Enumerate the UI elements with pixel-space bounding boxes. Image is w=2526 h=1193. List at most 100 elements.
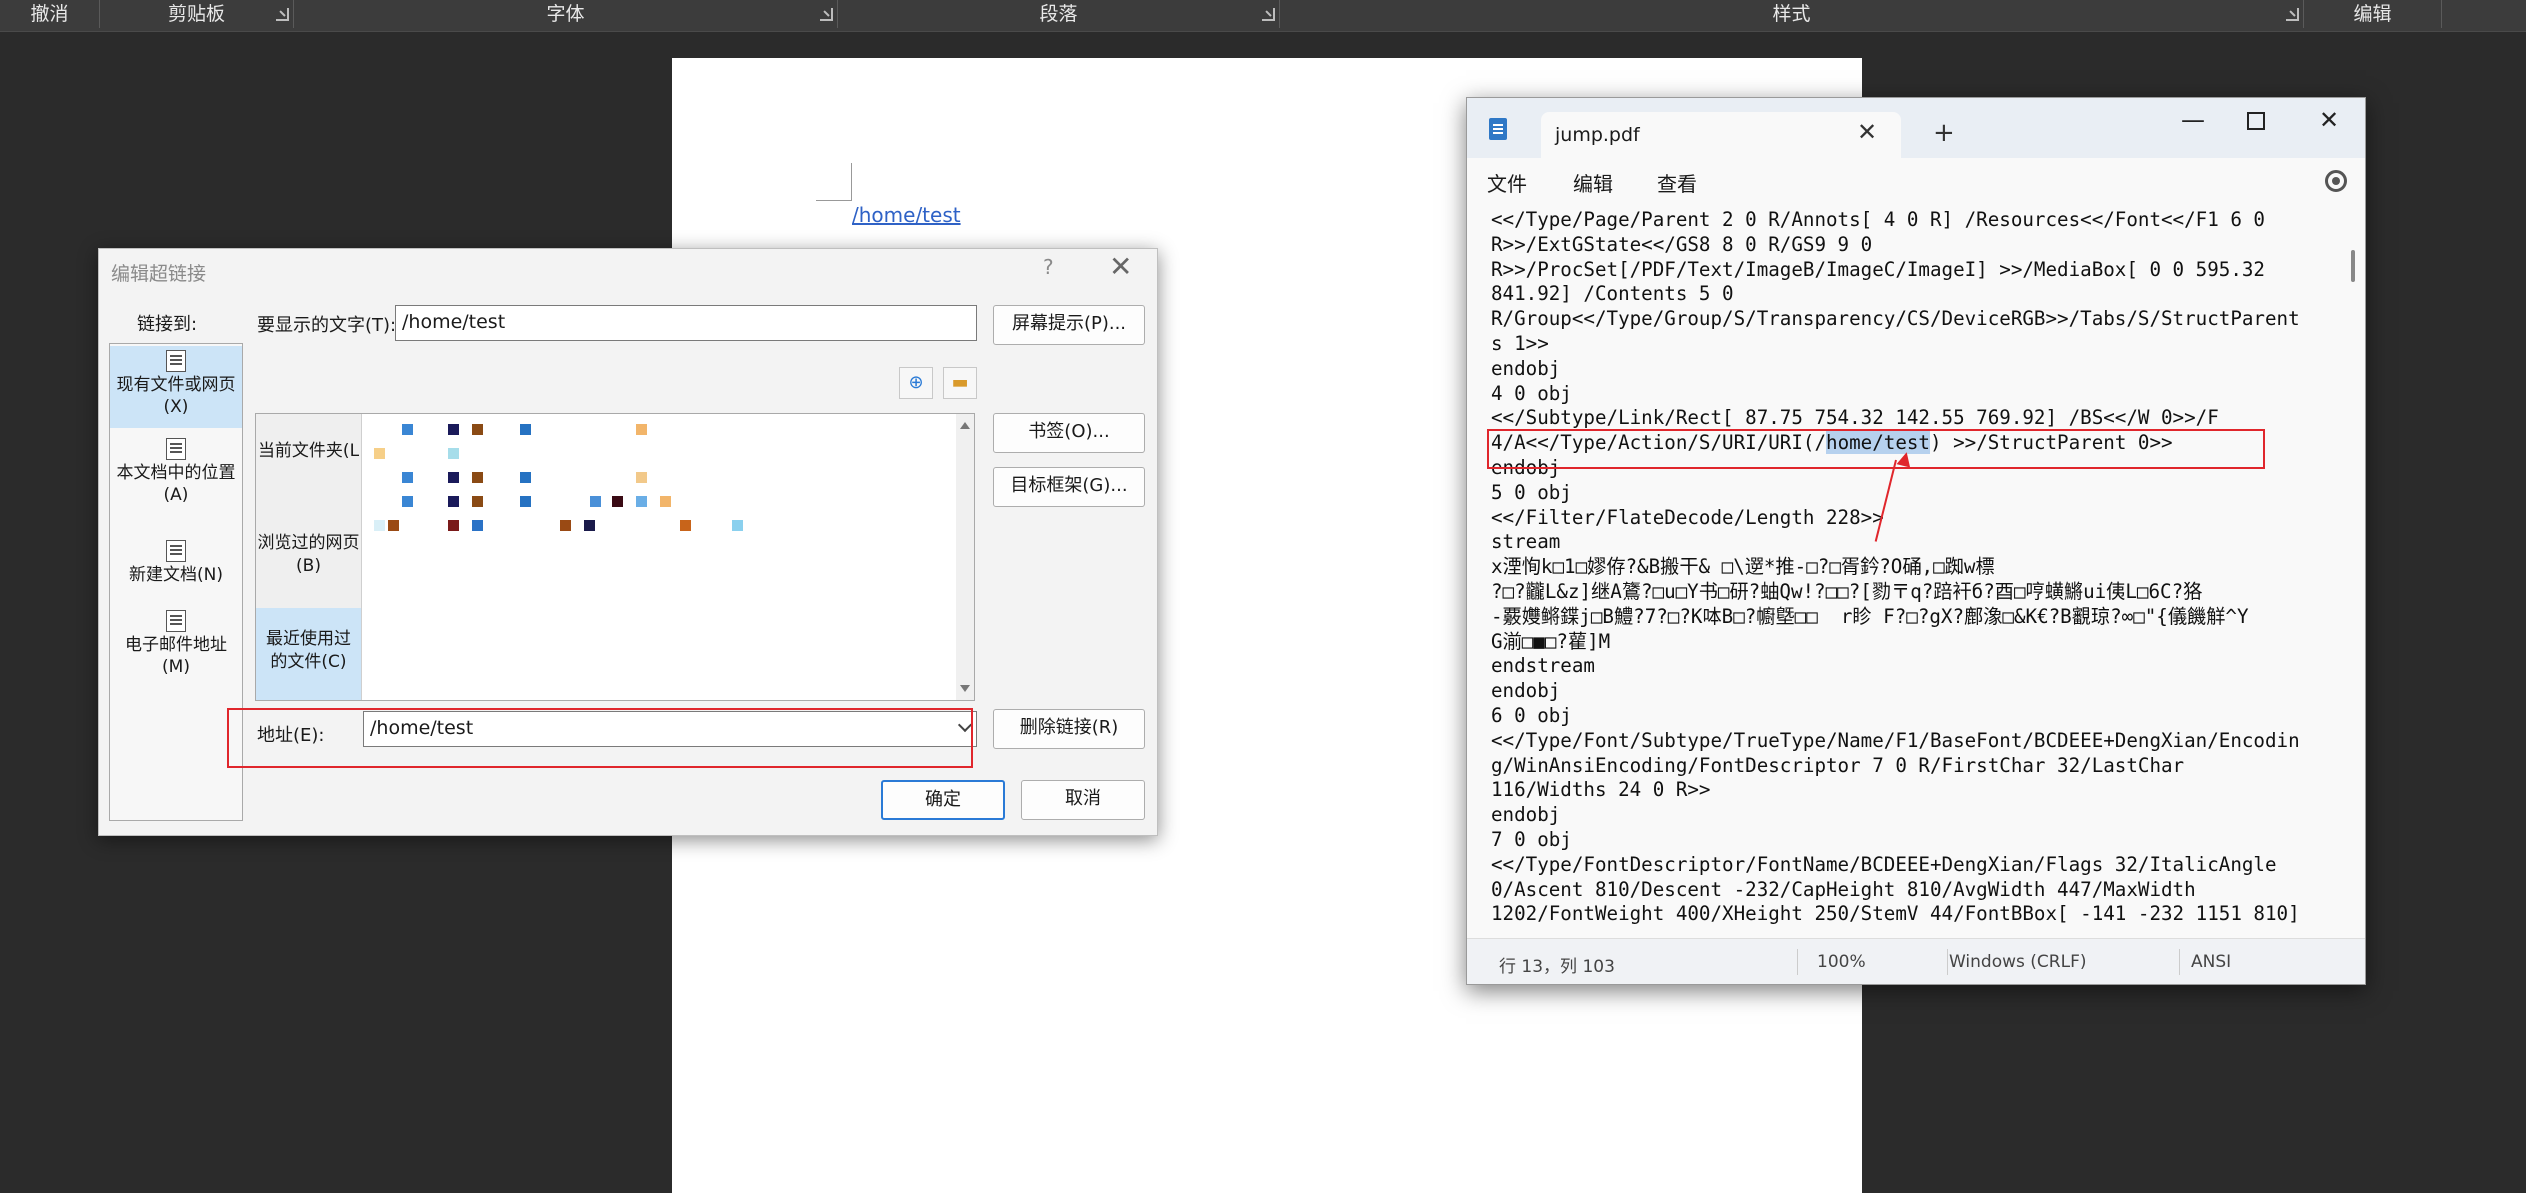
nav-place-in-document[interactable]: 本文档中的位置(A) bbox=[110, 434, 242, 516]
redacted-pixel bbox=[448, 472, 459, 483]
title-bar[interactable]: jump.pdf ✕ + — ✕ bbox=[1467, 98, 2365, 158]
file-list[interactable] bbox=[364, 414, 954, 700]
text-editor[interactable]: <</Type/Page/Parent 2 0 R/Annots[ 4 0 R]… bbox=[1491, 208, 2341, 930]
category-browsed-pages[interactable]: 浏览过的网页(B) bbox=[256, 526, 361, 588]
nav-existing-file-or-web-page[interactable]: 现有文件或网页(X) bbox=[110, 346, 242, 428]
nav-email-address[interactable]: 电子邮件地址(M) bbox=[110, 606, 242, 682]
display-text-label: 要显示的文字(T): bbox=[257, 315, 397, 336]
annotation-highlight-uri bbox=[1487, 429, 2265, 469]
redacted-pixel bbox=[732, 520, 743, 531]
menu-file[interactable]: 文件 bbox=[1487, 168, 1527, 197]
minimize-icon[interactable]: — bbox=[2181, 106, 2205, 134]
maximize-icon[interactable] bbox=[2247, 112, 2265, 130]
redacted-pixel bbox=[520, 496, 531, 507]
redacted-pixel bbox=[520, 472, 531, 483]
text-line: 1202/FontWeight 400/XHeight 250/StemV 44… bbox=[1491, 902, 2300, 926]
text-line: 0/Ascent 810/Descent -232/CapHeight 810/… bbox=[1491, 877, 2196, 901]
ribbon-group-editing[interactable]: 编辑 bbox=[2304, 0, 2442, 28]
text-line: endobj bbox=[1491, 356, 1561, 380]
text-lines-before: <</Type/Page/Parent 2 0 R/Annots[ 4 0 R]… bbox=[1491, 208, 2341, 431]
scroll-up-icon[interactable] bbox=[960, 422, 970, 429]
tab-jump-pdf[interactable]: jump.pdf ✕ bbox=[1541, 112, 1901, 158]
close-icon[interactable]: ✕ bbox=[1109, 251, 1132, 283]
menu-view[interactable]: 查看 bbox=[1657, 168, 1697, 197]
ribbon-group-label: 段落 bbox=[1039, 3, 1078, 25]
redacted-pixel bbox=[374, 520, 385, 531]
redacted-pixel bbox=[660, 496, 671, 507]
redacted-pixel bbox=[472, 496, 483, 507]
text-line: 7 0 obj bbox=[1491, 827, 1572, 851]
document-hyperlink[interactable]: /home/test bbox=[852, 203, 961, 227]
email-icon bbox=[166, 610, 186, 632]
nav-label: 新建文档(N) bbox=[129, 565, 223, 585]
text-line: 116/Widths 24 0 R>> bbox=[1491, 778, 1711, 802]
status-divider bbox=[1797, 949, 1798, 975]
link-to-label: 链接到: bbox=[137, 314, 198, 335]
dialog-launcher-icon[interactable] bbox=[276, 8, 289, 21]
menu-bar: 文件 编辑 查看 bbox=[1467, 158, 2365, 204]
ribbon-group-clipboard[interactable]: 剪贴板 bbox=[100, 0, 294, 28]
redacted-pixel bbox=[374, 448, 385, 459]
cancel-button[interactable]: 取消 bbox=[1021, 780, 1145, 820]
redacted-pixel bbox=[636, 496, 647, 507]
help-button[interactable]: ? bbox=[1043, 255, 1054, 279]
encoding[interactable]: ANSI bbox=[2191, 952, 2231, 972]
ribbon-group-label: 编辑 bbox=[2353, 3, 2392, 25]
redacted-pixel bbox=[520, 424, 531, 435]
text-line: R>>/ProcSet[/PDF/Text/ImageB/ImageC/Imag… bbox=[1491, 257, 2265, 281]
text-line: <</Subtype/Link/Rect[ 87.75 754.32 142.5… bbox=[1491, 406, 2219, 430]
gear-icon[interactable] bbox=[2325, 170, 2347, 192]
dialog-launcher-icon[interactable] bbox=[820, 8, 833, 21]
text-line: R>>/ExtGState<</GS8 8 0 R/GS9 9 0 bbox=[1491, 232, 1873, 256]
file-list-scrollbar[interactable] bbox=[956, 414, 974, 700]
ribbon-group-label: 撤消 bbox=[30, 3, 69, 25]
text-line: 4 0 obj bbox=[1491, 381, 1572, 405]
redacted-pixel bbox=[448, 520, 459, 531]
menu-edit[interactable]: 编辑 bbox=[1573, 168, 1613, 197]
category-recent-files[interactable]: 最近使用过的文件(C) bbox=[256, 608, 361, 700]
screentip-button[interactable]: 屏幕提示(P)... bbox=[993, 305, 1145, 345]
cursor-position: 行 13，列 103 bbox=[1499, 957, 1615, 977]
redacted-pixel bbox=[472, 472, 483, 483]
status-divider bbox=[2179, 949, 2180, 975]
text-line: x湮恂k□1□嫪侟?&B搬干& □\遻*推-□?□胥鈐?O硧,□踟w標 bbox=[1491, 555, 1995, 579]
nav-label: 现有文件或网页(X) bbox=[116, 375, 236, 417]
text-line: <</Filter/FlateDecode/Length 228>> bbox=[1491, 505, 1884, 529]
zoom-level[interactable]: 100% bbox=[1817, 952, 1866, 972]
ok-button[interactable]: 确定 bbox=[881, 780, 1005, 820]
nav-label: 电子邮件地址(M) bbox=[125, 635, 227, 677]
ribbon-group-font[interactable]: 字体 bbox=[294, 0, 838, 28]
redacted-pixel bbox=[472, 424, 483, 435]
dialog-launcher-icon[interactable] bbox=[2286, 8, 2299, 21]
add-tab-icon[interactable]: + bbox=[1933, 118, 1955, 148]
text-line: stream bbox=[1491, 530, 1561, 554]
redacted-pixel bbox=[402, 424, 413, 435]
browse-web-icon[interactable]: ⊕ bbox=[899, 367, 933, 399]
vertical-scrollbar-thumb[interactable] bbox=[2351, 250, 2355, 282]
close-window-icon[interactable]: ✕ bbox=[2319, 106, 2339, 134]
ribbon-group-styles[interactable]: 样式 bbox=[1280, 0, 2304, 28]
display-text-input[interactable]: /home/test bbox=[395, 305, 977, 341]
text-line: 6 0 obj bbox=[1491, 703, 1572, 727]
redacted-pixel bbox=[472, 520, 483, 531]
document-place-icon bbox=[166, 438, 186, 460]
ribbon-group-undo[interactable]: 撤消 bbox=[0, 0, 100, 28]
dialog-launcher-icon[interactable] bbox=[1262, 8, 1275, 21]
remove-link-button[interactable]: 删除链接(R) bbox=[993, 709, 1145, 749]
nav-new-document[interactable]: 新建文档(N) bbox=[110, 536, 242, 596]
browse-file-icon[interactable]: ▬ bbox=[943, 367, 977, 399]
bookmark-button[interactable]: 书签(O)... bbox=[993, 413, 1145, 453]
text-line: ?□?龖L&z]继A鷟?□u□Y书□研?蚰Qw!?□□?[勠〒q?踣衦б?酉□哼… bbox=[1491, 579, 2203, 603]
redacted-pixel bbox=[636, 472, 647, 483]
redacted-pixel bbox=[612, 496, 623, 507]
ribbon-group-paragraph[interactable]: 段落 bbox=[838, 0, 1280, 28]
redacted-pixel bbox=[388, 520, 399, 531]
scroll-down-icon[interactable] bbox=[960, 685, 970, 692]
close-tab-icon[interactable]: ✕ bbox=[1857, 118, 1877, 146]
line-ending[interactable]: Windows (CRLF) bbox=[1949, 952, 2087, 972]
target-frame-button[interactable]: 目标框架(G)... bbox=[993, 467, 1145, 507]
nav-label: 本文档中的位置(A) bbox=[116, 463, 236, 505]
category-current-folder[interactable]: 当前文件夹(L bbox=[256, 434, 361, 496]
redacted-pixel bbox=[636, 424, 647, 435]
redacted-pixel bbox=[584, 520, 595, 531]
